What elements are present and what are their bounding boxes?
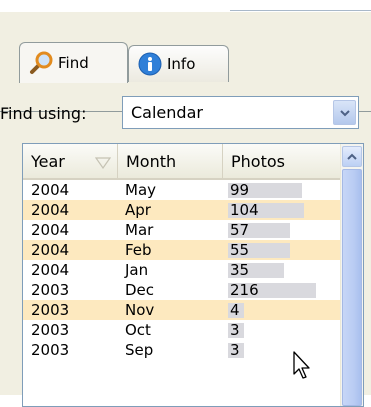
tab-find[interactable]: Find: [19, 42, 128, 83]
month-cell: May: [125, 181, 157, 199]
table-header: Year Month Photos: [23, 144, 341, 180]
photo-count: 104: [230, 201, 259, 219]
year-cell: 2003: [31, 341, 70, 359]
year-cell: 2004: [31, 241, 70, 259]
table-row[interactable]: 2004 Jan 35: [23, 260, 341, 280]
mouse-cursor-icon: [292, 350, 314, 384]
vertical-scrollbar[interactable]: [340, 144, 363, 406]
column-header-photos[interactable]: Photos: [223, 144, 341, 178]
month-cell: Oct: [125, 321, 151, 339]
tab-find-label: Find: [58, 54, 89, 72]
find-using-label: Find using:: [0, 104, 87, 123]
year-cell: 2003: [31, 321, 70, 339]
column-header-year[interactable]: Year: [23, 144, 118, 178]
photos-cell: 35: [228, 261, 328, 279]
month-cell: Apr: [125, 201, 151, 219]
dropdown-button[interactable]: [333, 100, 356, 125]
find-using-value: Calendar: [131, 103, 203, 122]
photos-cell: 3: [228, 321, 328, 339]
table-row[interactable]: 2004 Apr 104: [23, 200, 341, 220]
table-row[interactable]: 2004 Mar 57: [23, 220, 341, 240]
month-cell: Nov: [125, 301, 155, 319]
year-cell: 2003: [31, 281, 70, 299]
year-cell: 2003: [31, 301, 70, 319]
scroll-up-button[interactable]: [342, 146, 362, 167]
photo-count: 35: [230, 261, 250, 279]
find-panel: Find Info Find using: Calendar Year Mont…: [0, 12, 371, 407]
photo-count: 57: [230, 221, 250, 239]
scrollbar-thumb[interactable]: [342, 169, 362, 406]
month-cell: Jan: [125, 261, 149, 279]
photo-count: 4: [230, 301, 240, 319]
column-header-photos-label: Photos: [231, 151, 285, 171]
month-cell: Mar: [125, 221, 154, 239]
table-row[interactable]: 2003 Dec 216: [23, 280, 341, 300]
chevron-up-icon: [347, 153, 357, 160]
photo-count: 3: [230, 321, 240, 339]
find-using-select[interactable]: Calendar: [122, 96, 359, 129]
month-cell: Dec: [125, 281, 155, 299]
table-row[interactable]: 2004 May 99: [23, 180, 341, 200]
top-divider: [230, 0, 371, 11]
table-body: 2004 May 99 2004 Apr 104 2004 Mar 57 200…: [23, 180, 341, 360]
year-cell: 2004: [31, 181, 70, 199]
chevron-down-icon: [339, 109, 350, 116]
column-header-month[interactable]: Month: [118, 144, 223, 178]
table-row[interactable]: 2004 Feb 55: [23, 240, 341, 260]
photos-cell: 99: [228, 181, 328, 199]
table-row[interactable]: 2003 Oct 3: [23, 320, 341, 340]
photo-count: 55: [230, 241, 250, 259]
year-cell: 2004: [31, 201, 70, 219]
photos-cell: 55: [228, 241, 328, 259]
photos-cell: 57: [228, 221, 328, 239]
photo-count: 99: [230, 181, 250, 199]
column-header-month-label: Month: [126, 151, 177, 171]
photos-cell: 104: [228, 201, 328, 219]
sort-descending-icon: [94, 154, 112, 173]
search-icon: [28, 50, 54, 76]
photos-cell: 216: [228, 281, 328, 299]
year-cell: 2004: [31, 261, 70, 279]
month-cell: Sep: [125, 341, 154, 359]
photo-count: 216: [230, 281, 259, 299]
month-cell: Feb: [125, 241, 152, 259]
photos-cell: 4: [228, 301, 328, 319]
photo-count: 3: [230, 341, 240, 359]
table-row[interactable]: 2003 Nov 4: [23, 300, 341, 320]
year-cell: 2004: [31, 221, 70, 239]
column-header-year-label: Year: [31, 151, 65, 171]
